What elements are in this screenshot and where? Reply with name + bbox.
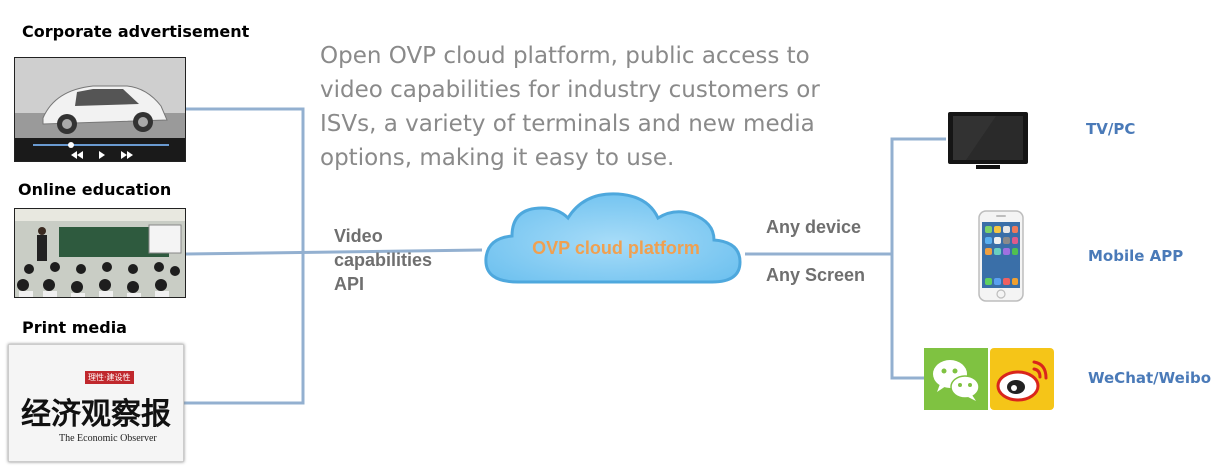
- masthead-subtitle: The Economic Observer: [59, 433, 157, 444]
- intro-text: Open OVP cloud platform, public access t…: [320, 43, 820, 171]
- dest-label-wechat-weibo: WeChat/Weibo: [1088, 369, 1212, 387]
- masthead-tag: 理性·建设性: [85, 371, 134, 384]
- connector-destinations: [890, 137, 946, 380]
- source-label-print: Print media: [22, 318, 127, 337]
- cloud-label: OVP cloud platform: [532, 238, 700, 258]
- car-video-icon: [15, 58, 185, 161]
- tv-icon: [948, 112, 1028, 169]
- any-screen-label: Any Screen: [766, 265, 866, 285]
- print-media-thumbnail: 理性·建设性 经济观察报 The Economic Observer: [8, 344, 184, 462]
- classroom-icon: [15, 209, 185, 297]
- any-device-label: Any device: [766, 217, 862, 237]
- dest-label-tv-pc: TV/PC: [1086, 120, 1136, 138]
- wechat-icon: [924, 348, 988, 410]
- api-label-line-2: capabilities: [334, 250, 433, 270]
- masthead-title: 经济观察报: [21, 397, 171, 432]
- source-label-education: Online education: [18, 180, 172, 199]
- cloud-icon: OVP cloud platform: [484, 192, 742, 284]
- api-label-line-3: API: [334, 274, 365, 294]
- weibo-icon: [990, 348, 1054, 410]
- connector-ad: [180, 107, 305, 405]
- education-classroom-thumbnail: [14, 208, 186, 298]
- ad-video-thumbnail: [14, 57, 186, 162]
- source-label-ad: Corporate advertisement: [22, 22, 250, 41]
- dest-label-mobile-app: Mobile APP: [1088, 247, 1184, 265]
- api-label-line-1: Video: [334, 226, 383, 246]
- mobile-phone-icon: [978, 210, 1024, 302]
